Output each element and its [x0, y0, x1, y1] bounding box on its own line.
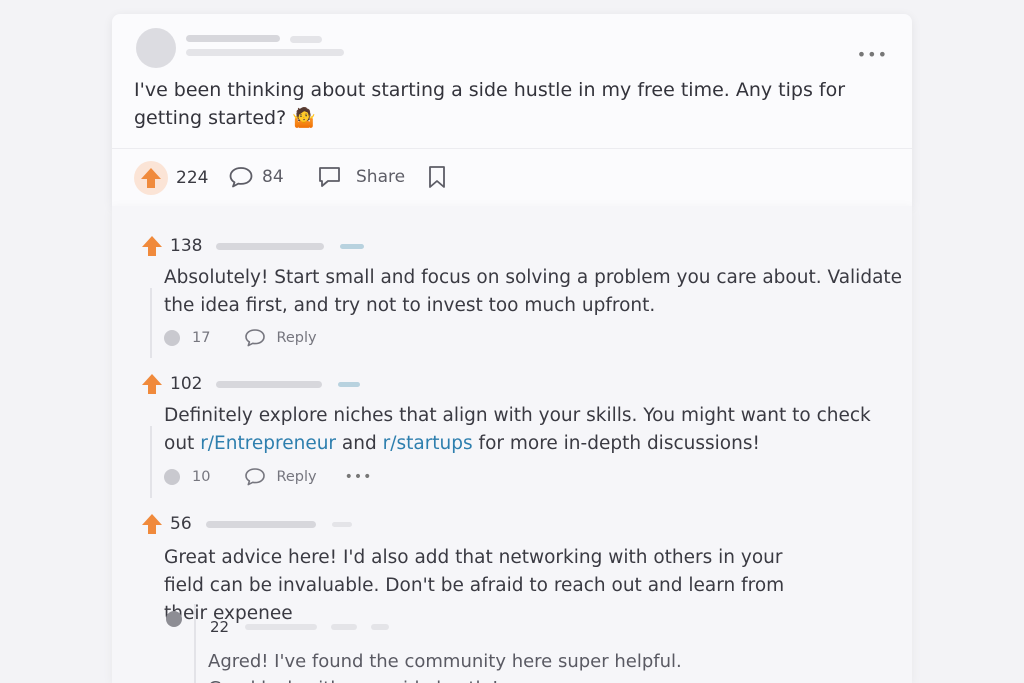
thread-line[interactable]: [150, 426, 152, 498]
upvote-arrow-icon[interactable]: [140, 234, 164, 258]
save-button[interactable]: [426, 165, 448, 189]
timestamp-placeholder: [338, 381, 361, 387]
subreddit-link-entrepreneur[interactable]: r/Entrepreneur: [200, 433, 336, 454]
timestamp-placeholder: [331, 521, 352, 527]
comment-text-part: for more in-depth discussions!: [472, 433, 760, 454]
comment-header: 138: [140, 234, 365, 258]
post-actions: 224 84 Share: [112, 148, 912, 206]
comment-score: 102: [170, 374, 203, 394]
timestamp-placeholder: [340, 243, 365, 249]
upvote-arrow-icon[interactable]: [140, 512, 164, 536]
bookmark-icon: [429, 166, 445, 188]
reply-label: Reply: [276, 330, 317, 346]
thread-line[interactable]: [150, 288, 152, 358]
more-options-icon[interactable]: •••: [857, 47, 888, 63]
nested-avatar[interactable]: [166, 611, 182, 627]
upvote-count: 224: [176, 168, 209, 188]
comment-text: Absolutely! Start small and focus on sol…: [164, 267, 903, 316]
reply-label: Reply: [276, 469, 317, 485]
comment-score: 56: [170, 514, 192, 534]
post-text: I've been thinking about starting a side…: [134, 79, 846, 129]
username-placeholder: [245, 624, 318, 630]
meta-placeholder: [371, 624, 390, 630]
post-body: I've been thinking about starting a side…: [134, 76, 894, 132]
reply-button[interactable]: Reply: [244, 467, 317, 487]
timestamp-placeholder: [290, 36, 322, 43]
comments-section: 138 Absolutely! Start small and focus on…: [112, 206, 912, 683]
thread-line[interactable]: [194, 604, 196, 683]
reply-button[interactable]: Reply: [244, 328, 317, 348]
upvote-arrow-icon[interactable]: [140, 372, 164, 396]
share-label: Share: [356, 167, 406, 187]
upvote-arrow-icon: [134, 161, 168, 195]
reply-icon: [245, 329, 266, 347]
comment-score: 22: [210, 618, 230, 636]
nested-comment-header: 22: [210, 618, 390, 636]
subreddit-placeholder: [186, 49, 344, 56]
upvote-button[interactable]: 224: [134, 161, 208, 195]
username-placeholder: [205, 520, 316, 528]
more-options-icon[interactable]: •••: [345, 469, 373, 485]
reply-icon: [245, 468, 266, 486]
comments-button[interactable]: 84: [228, 165, 284, 189]
comment-actions: 17 Reply: [164, 328, 317, 348]
avatar[interactable]: [136, 28, 176, 68]
timestamp-placeholder: [331, 624, 358, 630]
nested-comment-text: Agred! I've found the community here sup…: [208, 651, 682, 683]
shrug-emoji: 🤷: [292, 107, 316, 129]
vote-dot[interactable]: [164, 330, 180, 346]
comment-text: Definitely explore niches that align wit…: [164, 402, 904, 458]
username-placeholder: [186, 35, 280, 42]
comment-count: 84: [262, 167, 284, 187]
subreddit-link-startups[interactable]: r/startups: [383, 433, 473, 454]
comment-text: Great advice here! I'd also add that net…: [164, 547, 785, 624]
vote-dot[interactable]: [164, 469, 180, 485]
comment-bubble-icon: [229, 167, 253, 188]
username-placeholder: [216, 380, 323, 388]
post-header: •••: [136, 28, 888, 68]
comment-header: 56: [140, 512, 352, 536]
reply-count: 17: [192, 330, 211, 346]
share-icon: [319, 167, 340, 187]
share-button[interactable]: Share: [316, 165, 405, 189]
comment-actions: 10 Reply •••: [164, 467, 372, 487]
comment-score: 138: [170, 236, 203, 256]
post-card: ••• I've been thinking about starting a …: [112, 14, 912, 206]
comment-text-part: and: [336, 433, 383, 454]
username-placeholder: [216, 242, 325, 250]
reply-count: 10: [192, 469, 211, 485]
comment-header: 102: [140, 372, 361, 396]
